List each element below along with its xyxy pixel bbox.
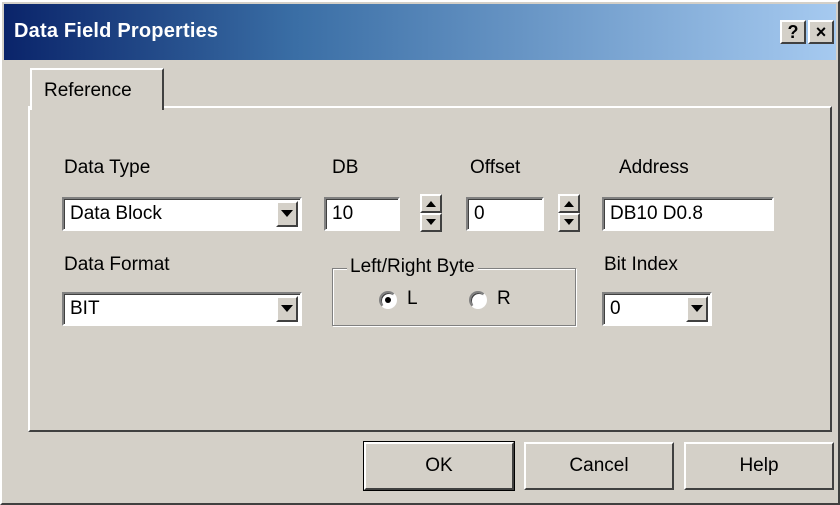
db-value: 10: [332, 203, 354, 224]
title-bar[interactable]: Data Field Properties ? ×: [4, 4, 836, 60]
spin-down-icon: [426, 219, 436, 225]
data-type-select[interactable]: Data Block: [62, 197, 302, 231]
offset-label: Offset: [470, 157, 521, 178]
question-icon: ?: [787, 22, 799, 42]
db-field[interactable]: 10: [324, 197, 400, 231]
radio-left-label: L: [407, 288, 418, 309]
radio-right-label: R: [497, 288, 511, 309]
spin-down-icon: [564, 219, 574, 225]
offset-spin-down[interactable]: [558, 213, 580, 232]
radio-selected-dot: [385, 297, 391, 303]
offset-spinner[interactable]: [558, 194, 580, 232]
help-button[interactable]: Help: [684, 442, 834, 490]
close-title-button[interactable]: ×: [808, 20, 834, 44]
bit-index-label: Bit Index: [604, 254, 678, 275]
byte-group-box: Left/Right Byte L R: [332, 256, 576, 326]
chevron-down-icon: [281, 305, 293, 312]
radio-left[interactable]: [379, 291, 397, 309]
tab-reference[interactable]: Reference: [30, 68, 164, 110]
db-spin-up[interactable]: [420, 194, 442, 213]
bit-index-value: 0: [610, 298, 621, 319]
cancel-button[interactable]: Cancel: [524, 442, 674, 490]
byte-group-title: Left/Right Byte: [347, 256, 478, 278]
spin-up-icon: [564, 201, 574, 207]
offset-spin-up[interactable]: [558, 194, 580, 213]
chevron-down-icon: [691, 305, 703, 312]
address-field[interactable]: DB10 D0.8: [602, 197, 774, 231]
offset-value: 0: [474, 203, 485, 224]
ok-button[interactable]: OK: [363, 441, 515, 491]
db-label: DB: [332, 157, 359, 178]
data-type-value: Data Block: [70, 203, 162, 224]
tab-reference-label: Reference: [44, 80, 132, 101]
close-icon: ×: [815, 22, 827, 42]
data-type-label: Data Type: [64, 157, 151, 178]
spin-up-icon: [426, 201, 436, 207]
data-format-label: Data Format: [64, 254, 170, 275]
bit-index-select[interactable]: 0: [602, 292, 712, 326]
help-title-button[interactable]: ?: [780, 20, 806, 44]
address-label: Address: [619, 157, 689, 178]
window-title: Data Field Properties: [14, 20, 219, 42]
offset-field[interactable]: 0: [466, 197, 544, 231]
db-spin-down[interactable]: [420, 213, 442, 232]
bit-index-dropdown-button[interactable]: [686, 296, 708, 322]
data-format-dropdown-button[interactable]: [276, 296, 298, 322]
radio-right[interactable]: [469, 291, 487, 309]
chevron-down-icon: [281, 210, 293, 217]
dialog-window: Data Field Properties ? × Reference Data…: [0, 0, 840, 505]
address-value: DB10 D0.8: [610, 203, 703, 224]
data-format-value: BIT: [70, 298, 100, 319]
data-type-dropdown-button[interactable]: [276, 201, 298, 227]
db-spinner[interactable]: [420, 194, 442, 232]
data-format-select[interactable]: BIT: [62, 292, 302, 326]
